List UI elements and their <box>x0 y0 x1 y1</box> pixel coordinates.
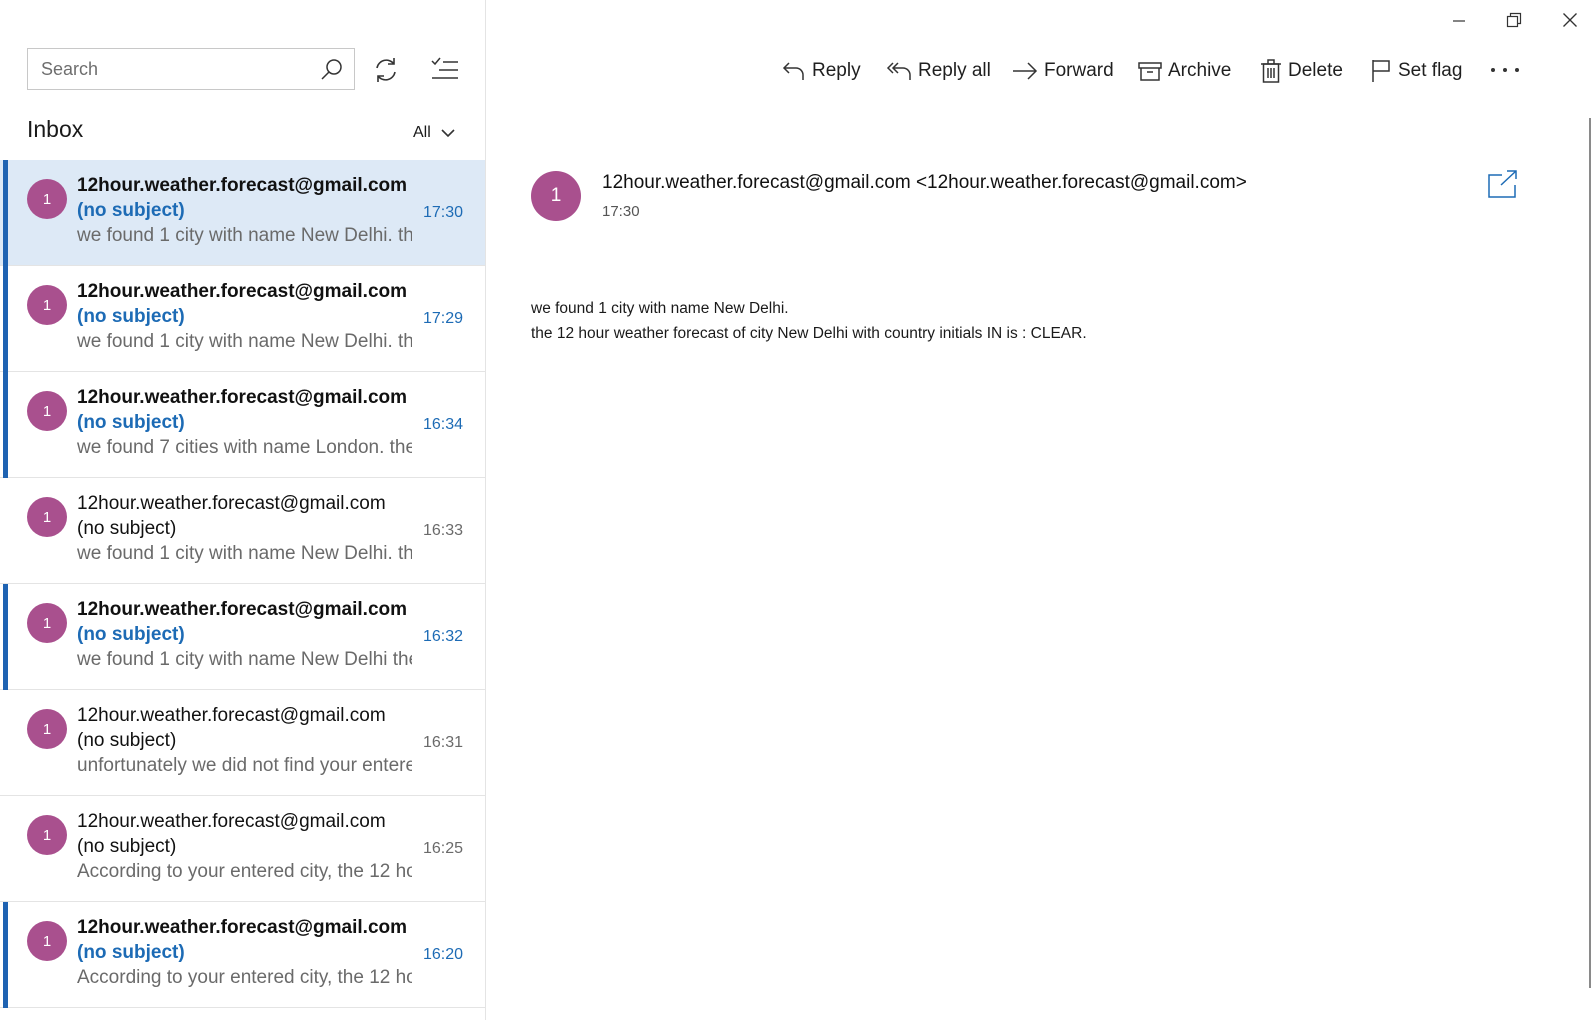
unread-indicator <box>3 584 8 690</box>
message-body-line: we found 1 city with name New Delhi. <box>531 300 789 317</box>
unread-indicator <box>3 266 8 372</box>
sender-avatar: 1 <box>531 171 581 221</box>
restore-icon[interactable] <box>1506 12 1522 28</box>
flag-icon <box>1372 60 1390 82</box>
archive-icon <box>1138 62 1162 81</box>
message-subject: (no subject) <box>77 306 185 327</box>
message-preview: According to your entered city, the 12 h… <box>77 967 412 988</box>
avatar: 1 <box>27 815 67 855</box>
minimize-icon[interactable] <box>1452 14 1466 28</box>
message-sender: 12hour.weather.forecast@gmail.com <box>77 917 408 938</box>
message-time: 17:29 <box>422 310 463 327</box>
message-subject: (no subject) <box>77 200 185 221</box>
message-preview: we found 1 city with name New Delhi the … <box>77 649 412 670</box>
message-sender: 12hour.weather.forecast@gmail.com <box>77 387 408 408</box>
message-list-pane: Inbox All 1 12hour.weather.forecast@gmail… <box>0 0 486 1020</box>
message-sender: 12hour.weather.forecast@gmail.com <box>77 811 386 832</box>
close-icon[interactable] <box>1562 12 1578 28</box>
message-preview: we found 1 city with name New Delhi. the… <box>77 543 412 564</box>
folder-title: Inbox <box>27 116 84 142</box>
unread-indicator <box>3 902 8 1008</box>
avatar: 1 <box>27 285 67 325</box>
more-dot <box>1515 68 1519 72</box>
avatar: 1 <box>27 709 67 749</box>
message-sender: 12hour.weather.forecast@gmail.com <box>77 175 408 196</box>
message-preview: we found 1 city with name New Delhi. the… <box>77 225 412 246</box>
message-sender: 12hour.weather.forecast@gmail.com <box>77 599 408 620</box>
list-item[interactable]: 1 12hour.weather.forecast@gmail.com (no su… <box>0 160 485 266</box>
avatar: 1 <box>27 921 67 961</box>
list-item[interactable]: 1 12hour.weather.forecast@gmail.com (no su… <box>0 796 485 902</box>
message-subject: (no subject) <box>77 942 185 963</box>
delete-button[interactable]: Delete <box>1260 54 1343 88</box>
message-subject: (no subject) <box>77 624 185 645</box>
filter-dropdown[interactable]: All <box>413 121 455 145</box>
message-subject: (no subject) <box>77 836 177 857</box>
message-list: 1 12hour.weather.forecast@gmail.com (no su… <box>0 160 485 1008</box>
reply-button-label: Reply <box>812 60 861 81</box>
unread-indicator <box>3 160 8 266</box>
reply-all-button[interactable]: Reply all <box>886 54 991 88</box>
popout-icon[interactable] <box>1488 170 1518 198</box>
message-preview: unfortunately we did not find your enter… <box>77 755 412 776</box>
reply-icon <box>782 62 804 80</box>
reply-all-button-label: Reply all <box>918 60 991 81</box>
message-time: 17:30 <box>602 203 640 220</box>
message-body-line: the 12 hour weather forecast of city New… <box>531 325 1087 342</box>
message-body: we found 1 city with name New Delhi. the… <box>531 296 1087 346</box>
reply-all-icon <box>886 62 911 80</box>
reply-button[interactable]: Reply <box>782 54 861 88</box>
more-icon[interactable] <box>1491 58 1519 82</box>
chevron-down-icon <box>441 129 455 138</box>
message-time: 16:32 <box>422 628 463 645</box>
list-item[interactable]: 1 12hour.weather.forecast@gmail.com (no su… <box>0 584 485 690</box>
list-item[interactable]: 1 12hour.weather.forecast@gmail.com (no su… <box>0 902 485 1008</box>
message-time: 16:20 <box>422 946 463 963</box>
avatar: 1 <box>27 391 67 431</box>
list-item[interactable]: 1 12hour.weather.forecast@gmail.com (no su… <box>0 690 485 796</box>
more-dot <box>1491 68 1495 72</box>
message-time: 16:34 <box>422 416 463 433</box>
list-item[interactable]: 1 12hour.weather.forecast@gmail.com (no su… <box>0 372 485 478</box>
forward-icon <box>1013 62 1038 80</box>
message-subject: (no subject) <box>77 518 177 539</box>
set-flag-button-label: Set flag <box>1398 60 1463 81</box>
delete-icon <box>1261 59 1281 83</box>
message-subject: (no subject) <box>77 730 177 751</box>
unread-indicator <box>3 372 8 478</box>
avatar: 1 <box>27 179 67 219</box>
message-preview: According to your entered city, the 12 h… <box>77 861 412 882</box>
archive-button[interactable]: Archive <box>1138 54 1231 88</box>
filter-dropdown-label: All <box>413 124 431 141</box>
set-flag-button[interactable]: Set flag <box>1370 54 1462 88</box>
delete-button-label: Delete <box>1288 60 1343 81</box>
message-subject: (no subject) <box>77 412 185 433</box>
message-toolbar: Reply Reply all Forward Archive Delete S… <box>0 54 1595 88</box>
message-sender: 12hour.weather.forecast@gmail.com <box>77 281 408 302</box>
sender-address[interactable]: 12hour.weather.forecast@gmail.com <12hou… <box>602 172 1247 194</box>
forward-button-label: Forward <box>1044 60 1114 81</box>
message-preview: we found 1 city with name New Delhi. the… <box>77 331 412 352</box>
avatar: 1 <box>27 497 67 537</box>
message-time: 16:31 <box>422 734 463 751</box>
forward-button[interactable]: Forward <box>1012 54 1114 88</box>
list-item[interactable]: 1 12hour.weather.forecast@gmail.com (no su… <box>0 266 485 372</box>
message-time: 17:30 <box>422 204 463 221</box>
more-dot <box>1503 68 1507 72</box>
archive-button-label: Archive <box>1168 60 1232 81</box>
avatar: 1 <box>27 603 67 643</box>
message-sender: 12hour.weather.forecast@gmail.com <box>77 705 386 726</box>
message-time: 16:33 <box>422 522 463 539</box>
message-preview: we found 7 cities with name London. the … <box>77 437 412 458</box>
reading-pane-scrollbar[interactable] <box>1589 118 1591 988</box>
message-time: 16:25 <box>422 840 463 857</box>
message-sender: 12hour.weather.forecast@gmail.com <box>77 493 386 514</box>
list-item[interactable]: 1 12hour.weather.forecast@gmail.com (no su… <box>0 478 485 584</box>
